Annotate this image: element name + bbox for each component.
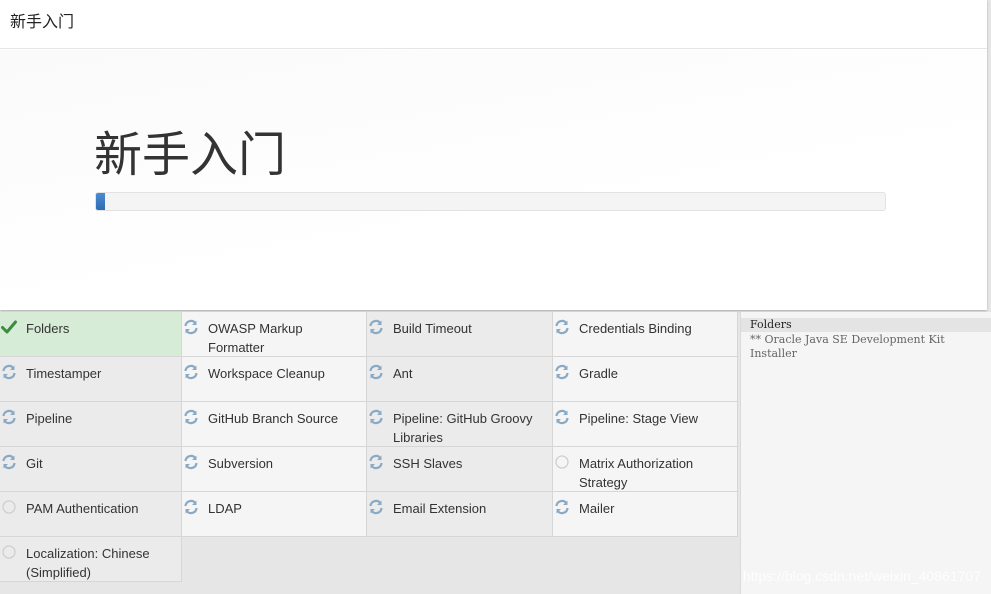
plugin-item: Credentials Binding (553, 312, 738, 357)
refresh-icon (368, 364, 384, 380)
plugin-name: Subversion (208, 456, 274, 471)
plugin-item: Pipeline: Stage View (553, 402, 738, 447)
plugin-item: Workspace Cleanup (182, 357, 367, 402)
plugin-name: Mailer (579, 501, 615, 516)
plugin-name: Pipeline: Stage View (579, 411, 699, 426)
refresh-icon (554, 364, 570, 380)
watermark: https://blog.csdn.net/weixin_40861707 (742, 568, 981, 584)
plugin-name: Credentials Binding (579, 321, 692, 336)
plugin-name: Localization: Chinese (Simplified) (26, 546, 150, 580)
refresh-icon (368, 319, 384, 335)
refresh-icon (368, 409, 384, 425)
refresh-icon (554, 499, 570, 515)
refresh-icon (554, 409, 570, 425)
install-log-panel: Folders ** Oracle Java SE Development Ki… (740, 312, 991, 594)
plugin-name: Folders (26, 321, 70, 336)
plugin-name: Workspace Cleanup (208, 366, 325, 381)
plugin-name: Build Timeout (393, 321, 472, 336)
check-icon (1, 319, 17, 335)
plugin-item: Subversion (182, 447, 367, 492)
plugin-item: PAM Authentication (0, 492, 182, 537)
refresh-icon (183, 364, 199, 380)
window-title: 新手入门 (10, 14, 75, 31)
plugin-name: LDAP (208, 501, 242, 516)
plugin-item: SSH Slaves (367, 447, 553, 492)
plugin-item: Matrix Authorization Strategy (553, 447, 738, 492)
plugin-item: OWASP Markup Formatter (182, 312, 367, 357)
plugin-name: PAM Authentication (26, 501, 139, 516)
log-line: ** Oracle Java SE Development Kit Instal… (750, 333, 945, 360)
plugin-item: Pipeline: GitHub Groovy Libraries (367, 402, 553, 447)
page-heading: 新手入门 (94, 129, 287, 182)
refresh-icon (183, 454, 199, 470)
log-body: ** Oracle Java SE Development Kit Instal… (750, 333, 982, 361)
hero-section: 新手入门 (0, 50, 987, 310)
plugin-name: OWASP Markup Formatter (208, 321, 303, 355)
plugin-item: Build Timeout (367, 312, 553, 357)
plugin-item: Timestamper (0, 357, 182, 402)
refresh-icon (368, 499, 384, 515)
plugin-name: Pipeline (26, 411, 73, 426)
setup-panel: 新手入门 新手入门 (0, 0, 987, 310)
title-bar: 新手入门 (0, 0, 987, 49)
plugin-item: Gradle (553, 357, 738, 402)
circle-icon (1, 499, 17, 515)
refresh-icon (183, 499, 199, 515)
refresh-icon (554, 319, 570, 335)
plugin-name: Gradle (579, 366, 619, 381)
plugin-name: Ant (393, 366, 413, 381)
plugin-item: Pipeline (0, 402, 182, 447)
plugin-name: SSH Slaves (393, 456, 463, 471)
plugin-name: Git (26, 456, 43, 471)
plugin-item: Email Extension (367, 492, 553, 537)
install-progress-bar (95, 192, 886, 211)
plugin-name: GitHub Branch Source (208, 411, 339, 426)
plugin-item: Ant (367, 357, 553, 402)
plugin-grid: Folders OWASP Markup Formatter Build Timeo… (0, 312, 738, 594)
circle-icon (554, 454, 570, 470)
install-progress-fill (96, 193, 106, 210)
refresh-icon (183, 409, 199, 425)
refresh-icon (1, 409, 17, 425)
plugin-item: Git (0, 447, 182, 492)
refresh-icon (1, 454, 17, 470)
plugin-item: LDAP (182, 492, 367, 537)
refresh-icon (183, 319, 199, 335)
plugin-item: Folders (0, 312, 182, 357)
plugin-item: Localization: Chinese (Simplified) (0, 537, 182, 582)
plugin-name: Matrix Authorization Strategy (579, 456, 694, 490)
plugin-item: GitHub Branch Source (182, 402, 367, 447)
plugin-name: Email Extension (393, 501, 487, 516)
plugin-item: Mailer (553, 492, 738, 537)
refresh-icon (1, 364, 17, 380)
circle-icon (1, 544, 17, 560)
plugin-name: Timestamper (26, 366, 102, 381)
plugin-name: Pipeline: GitHub Groovy Libraries (393, 411, 533, 445)
log-current-plugin: Folders (741, 318, 991, 332)
refresh-icon (368, 454, 384, 470)
